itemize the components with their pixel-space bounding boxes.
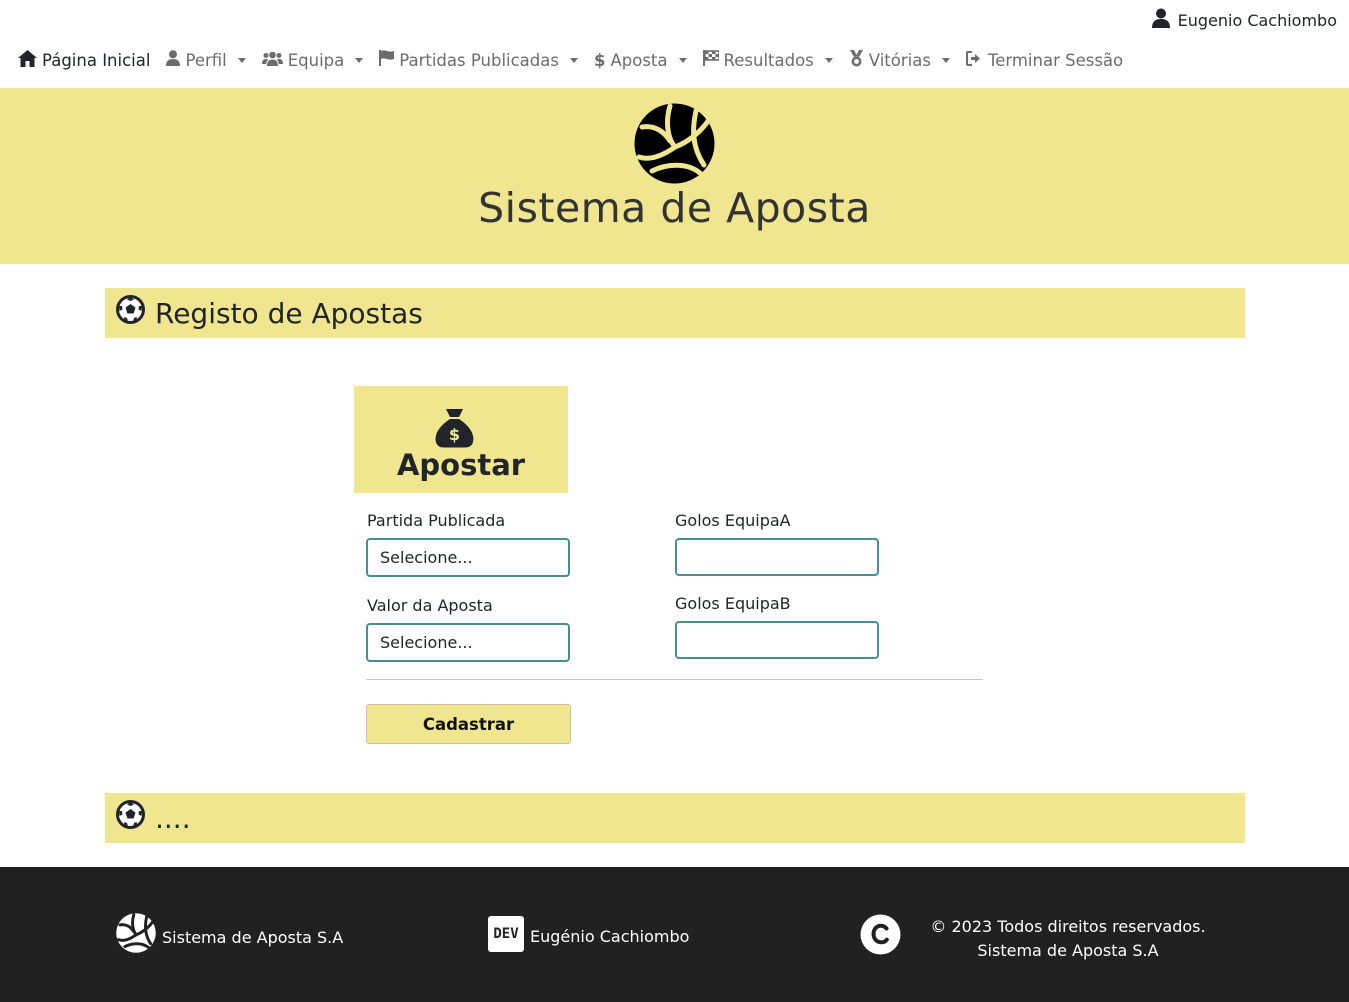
- form-header: $ Apostar: [354, 386, 568, 493]
- valor-select[interactable]: Selecione...: [366, 623, 570, 662]
- nav-aposta-label: Aposta: [610, 50, 668, 70]
- golos-a-label: Golos EquipaA: [675, 511, 791, 530]
- golos-a-input[interactable]: [675, 538, 879, 576]
- nav-perfil-label: Perfil: [185, 50, 227, 70]
- footer-dev[interactable]: DEV Eugénio Cachiombo: [488, 916, 689, 952]
- chevron-down-icon: [569, 57, 578, 63]
- nav-equipa-label: Equipa: [287, 50, 345, 70]
- footer-dev-name: Eugénio Cachiombo: [530, 926, 690, 946]
- chevron-down-icon: [355, 57, 364, 63]
- futbol-icon: [116, 295, 145, 331]
- form-title: Apostar: [396, 448, 526, 482]
- nav-home[interactable]: Página Inicial: [18, 49, 151, 71]
- nav-home-label: Página Inicial: [42, 50, 151, 70]
- valor-label: Valor da Aposta: [367, 596, 493, 615]
- hero-title: Sistema de Aposta: [478, 184, 871, 232]
- checkered-flag-icon: [702, 50, 720, 70]
- section-header-registo: Registo de Apostas: [105, 288, 1245, 338]
- user-menu[interactable]: Eugenio Cachiombo: [1151, 8, 1337, 32]
- chevron-down-icon: [824, 57, 833, 63]
- nav-vitorias[interactable]: Vitórias: [849, 49, 950, 71]
- dollar-icon: $: [593, 50, 606, 70]
- copyright-line-2: Sistema de Aposta S.A: [977, 941, 1159, 960]
- dev-badge-label: DEV: [493, 926, 519, 942]
- nav-equipa[interactable]: Equipa: [261, 50, 364, 70]
- copyright-line-1: © 2023 Todos direitos reservados.: [930, 917, 1206, 936]
- sign-out-icon: [965, 50, 983, 70]
- nav-logout-label: Terminar Sessão: [987, 50, 1124, 70]
- dev-badge-icon: DEV: [488, 916, 524, 952]
- section-header-2: ....: [105, 793, 1245, 843]
- chevron-down-icon: [678, 57, 687, 63]
- nav-partidas-label: Partidas Publicadas: [399, 50, 559, 70]
- footer-brand-label: Sistema de Aposta S.A: [162, 927, 344, 947]
- volleyball-icon: [116, 913, 156, 957]
- golos-b-input[interactable]: [675, 621, 879, 659]
- footer: Sistema de Aposta S.A DEV Eugénio Cachio…: [0, 867, 1349, 1002]
- copyright-icon: [860, 914, 901, 959]
- nav-vitorias-label: Vitórias: [868, 50, 931, 70]
- golos-b-label: Golos EquipaB: [675, 594, 791, 613]
- nav-perfil[interactable]: Perfil: [166, 50, 246, 70]
- medal-icon: [849, 49, 864, 71]
- submit-button[interactable]: Cadastrar: [366, 704, 571, 744]
- futbol-icon: [116, 800, 145, 836]
- user-icon: [166, 50, 181, 70]
- section-title: Registo de Apostas: [155, 296, 423, 330]
- user-icon: [1151, 8, 1170, 32]
- footer-copyright: © 2023 Todos direitos reservados. Sistem…: [920, 915, 1216, 963]
- chevron-down-icon: [237, 57, 246, 63]
- home-icon: [18, 49, 37, 71]
- money-bag-icon: $: [434, 408, 475, 452]
- flag-icon: [379, 50, 395, 70]
- partida-select[interactable]: Selecione...: [366, 538, 570, 577]
- hero-banner: Sistema de Aposta: [0, 88, 1349, 264]
- nav-partidas[interactable]: Partidas Publicadas: [379, 50, 578, 70]
- volleyball-icon: [634, 103, 715, 188]
- section2-title: ....: [155, 801, 191, 835]
- chevron-down-icon: [941, 57, 950, 63]
- partida-label: Partida Publicada: [367, 511, 506, 530]
- main-nav: Página Inicial Perfil Equipa Partidas Pu…: [18, 47, 1139, 73]
- users-icon: [261, 51, 283, 70]
- nav-resultados-label: Resultados: [723, 50, 814, 70]
- user-name: Eugenio Cachiombo: [1177, 10, 1337, 30]
- form-divider: [366, 679, 983, 680]
- nav-logout[interactable]: Terminar Sessão: [965, 50, 1124, 70]
- footer-brand: Sistema de Aposta S.A: [116, 913, 343, 957]
- nav-aposta[interactable]: $ Aposta: [594, 51, 687, 70]
- svg-text:$: $: [449, 425, 460, 444]
- nav-resultados[interactable]: Resultados: [702, 50, 833, 70]
